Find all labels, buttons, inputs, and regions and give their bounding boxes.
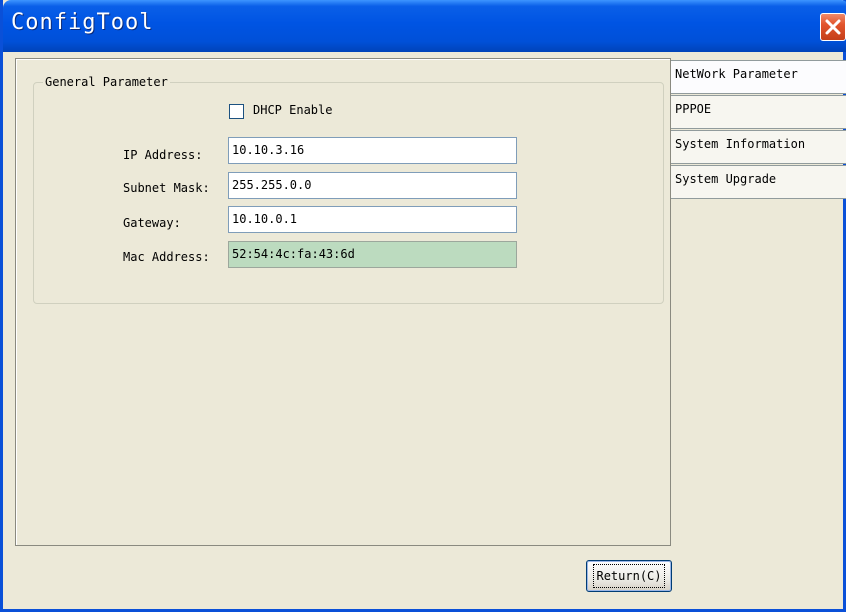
general-parameter-legend: General Parameter bbox=[43, 75, 170, 89]
gateway-label: Gateway: bbox=[123, 216, 181, 230]
tab-system-upgrade[interactable]: System Upgrade bbox=[671, 165, 846, 199]
tab-pppoe[interactable]: PPPOE bbox=[671, 95, 846, 129]
subnet-mask-field[interactable]: 255.255.0.0 bbox=[228, 172, 517, 199]
mac-address-field: 52:54:4c:fa:43:6d bbox=[228, 241, 517, 268]
close-icon bbox=[825, 19, 841, 35]
title-bar[interactable]: ConfigTool bbox=[3, 0, 846, 52]
tab-system-upgrade-label: System Upgrade bbox=[675, 172, 777, 186]
tab-pppoe-label: PPPOE bbox=[675, 102, 712, 116]
ip-address-field[interactable]: 10.10.3.16 bbox=[228, 137, 517, 164]
subnet-mask-label: Subnet Mask: bbox=[123, 181, 210, 195]
dhcp-enable-label[interactable]: DHCP Enable bbox=[253, 103, 332, 117]
dhcp-enable-checkbox[interactable] bbox=[229, 104, 244, 119]
mac-address-label: Mac Address: bbox=[123, 250, 210, 264]
window-title: ConfigTool bbox=[11, 10, 154, 35]
tab-network-parameter[interactable]: NetWork Parameter bbox=[671, 60, 846, 94]
return-button[interactable]: Return(C) bbox=[586, 560, 672, 592]
config-tool-window: ConfigTool General Parameter DHCP Enable… bbox=[0, 0, 846, 612]
return-button-label: Return(C) bbox=[593, 564, 665, 588]
close-button[interactable] bbox=[820, 13, 846, 41]
tab-network-parameter-label: NetWork Parameter bbox=[675, 67, 798, 81]
ip-address-label: IP Address: bbox=[123, 148, 203, 162]
gateway-field[interactable]: 10.10.0.1 bbox=[228, 206, 517, 233]
tab-system-information[interactable]: System Information bbox=[671, 130, 846, 164]
tab-system-information-label: System Information bbox=[675, 137, 806, 151]
